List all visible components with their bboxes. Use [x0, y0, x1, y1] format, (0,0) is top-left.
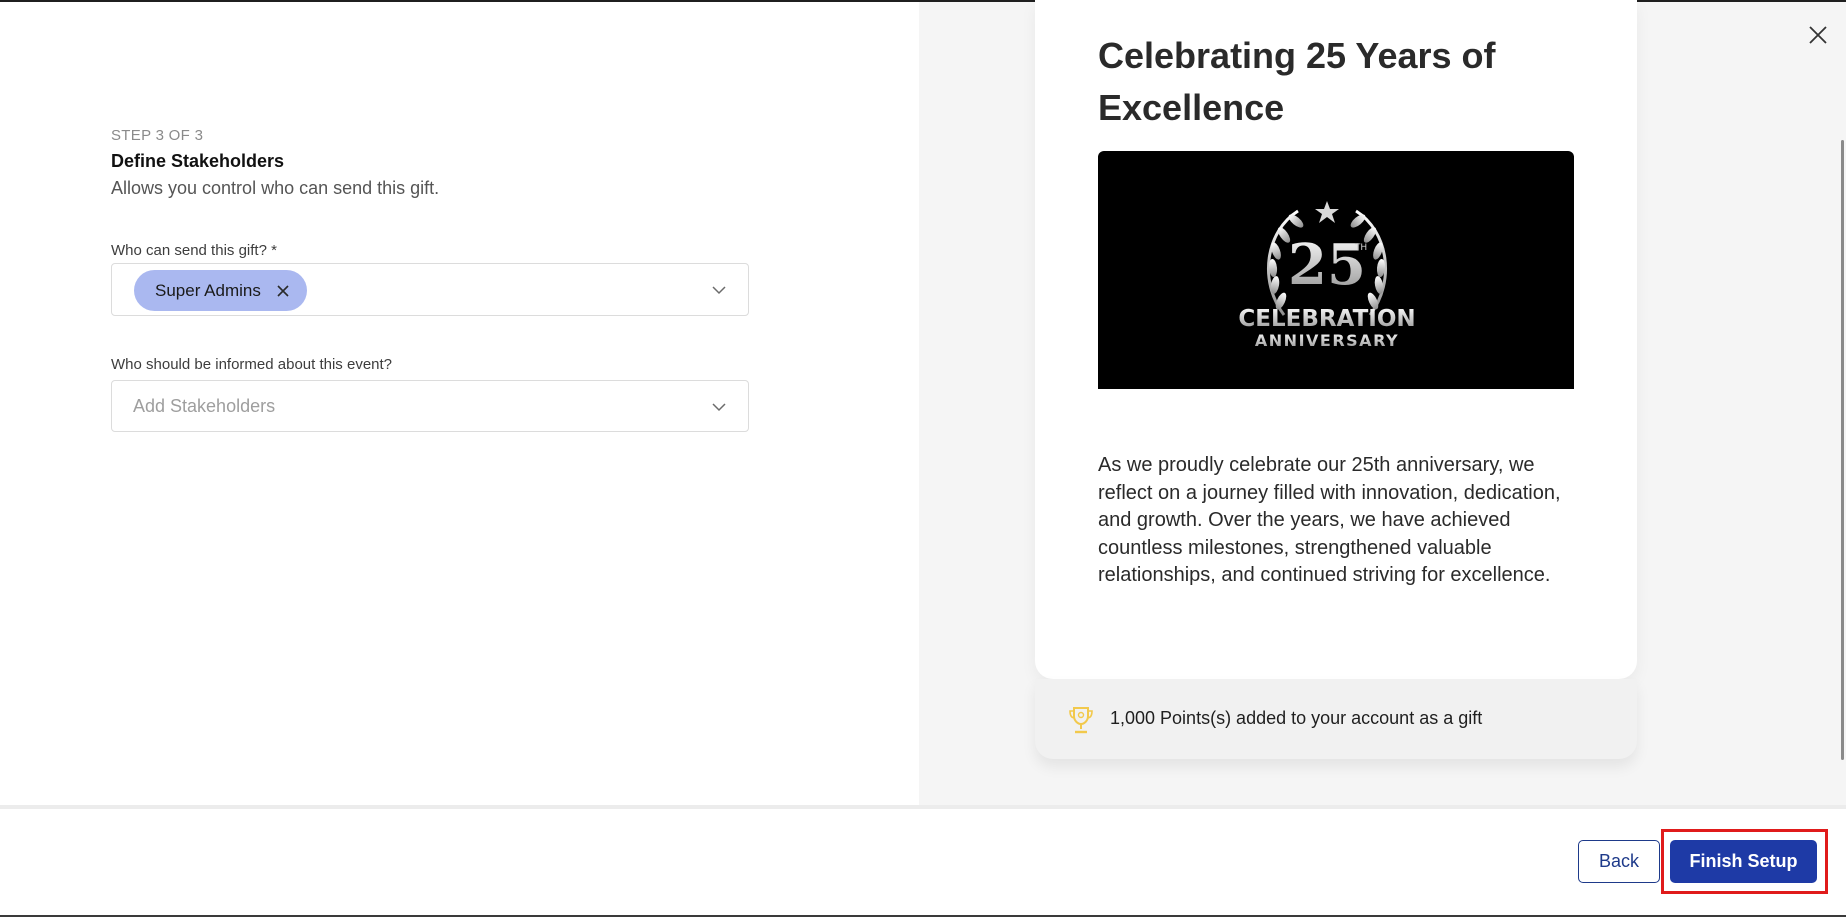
gift-setup-screen: STEP 3 OF 3 Define Stakeholders Allows y…: [0, 0, 1846, 917]
chip-label: Super Admins: [155, 280, 261, 300]
anniversary-image: 25 TH CELEBRATION ANNIVERSARY: [1098, 151, 1574, 389]
form-pane: STEP 3 OF 3 Define Stakeholders Allows y…: [0, 2, 919, 805]
gift-preview-card: Celebrating 25 Years of Excellence 25 TH…: [1035, 0, 1637, 679]
emblem-number: 25: [1288, 232, 1366, 298]
remove-chip-icon[interactable]: [275, 283, 291, 299]
chevron-down-icon[interactable]: [710, 281, 728, 299]
stakeholders-placeholder: Add Stakeholders: [133, 396, 276, 416]
step-title: Define Stakeholders: [111, 151, 285, 171]
senders-field-label: Who can send this gift? *: [111, 242, 277, 259]
chevron-down-icon[interactable]: [710, 398, 728, 416]
anniversary-emblem: 25 TH CELEBRATION ANNIVERSARY: [1238, 201, 1416, 350]
preview-scrollbar[interactable]: [1841, 140, 1844, 760]
emblem-superscript: TH: [1354, 243, 1367, 253]
points-text: 1,000 Points(s) added to your account as…: [1110, 708, 1483, 728]
footer-bar: [0, 805, 1846, 917]
emblem-line1: CELEBRATION: [1238, 306, 1415, 332]
card-message: As we proudly celebrate our 25th anniver…: [1098, 454, 1561, 586]
stakeholders-select[interactable]: Add Stakeholders: [111, 380, 749, 432]
stakeholders-field-label: Who should be informed about this event?: [111, 356, 393, 373]
step-description: Allows you control who can send this gif…: [111, 178, 440, 198]
step-indicator: STEP 3 OF 3: [111, 127, 204, 144]
finish-setup-button[interactable]: Finish Setup: [1670, 840, 1817, 883]
selected-chip-super-admins: Super Admins: [134, 270, 307, 311]
back-button[interactable]: Back: [1578, 840, 1660, 883]
emblem-line2: ANNIVERSARY: [1255, 331, 1399, 350]
trophy-icon: [1069, 707, 1093, 734]
senders-select[interactable]: Super Admins: [111, 263, 749, 316]
points-note: 1,000 Points(s) added to your account as…: [1035, 679, 1637, 759]
card-title: Celebrating 25 Years of Excellence: [1098, 35, 1496, 128]
close-icon[interactable]: [1805, 22, 1831, 48]
